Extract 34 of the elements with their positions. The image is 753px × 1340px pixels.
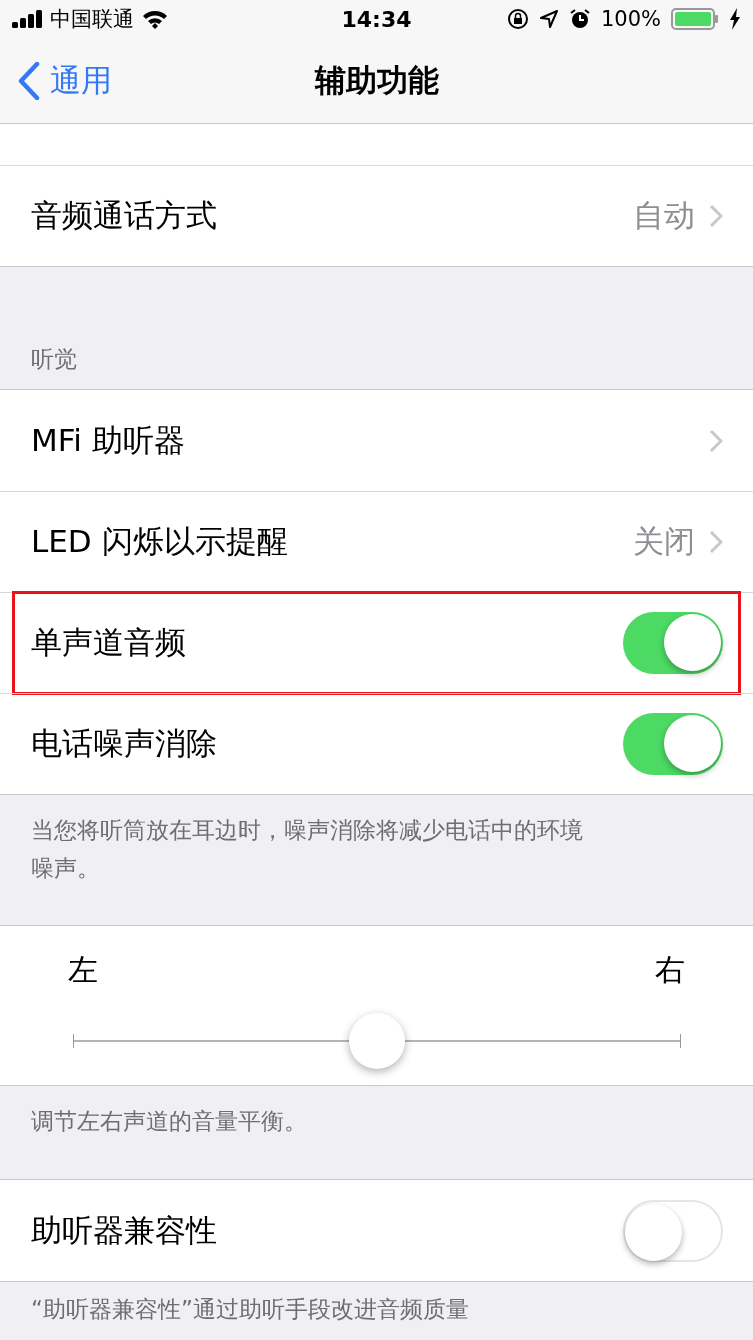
wifi-icon [142,9,168,29]
back-chevron-icon [18,61,40,100]
row-label: 音频通话方式 [31,195,218,235]
clock-time: 14:34 [341,6,412,32]
row-label: LED 闪烁以示提醒 [31,522,289,562]
carrier-name: 中国联通 [50,6,134,34]
nav-title: 辅助功能 [314,60,439,100]
battery-percent: 100% [600,7,661,32]
signal-icon [12,10,42,29]
toggle-switch[interactable] [623,1199,723,1262]
row-label: MFi 助听器 [31,420,186,460]
row-label: 单声道音频 [31,623,187,663]
slider-thumb[interactable] [349,1012,405,1069]
charging-bolt-icon [729,8,741,31]
chevron-icon [709,428,723,453]
row-label: 电话噪声消除 [31,724,218,764]
right-label: 右 [655,950,685,989]
location-arrow-icon [538,9,559,30]
row-value: 关闭 [633,522,695,562]
rotation-lock-icon [506,8,529,31]
row-value: 自动 [633,195,695,235]
left-label: 左 [68,950,98,989]
back-button[interactable]: 通用 [0,59,112,102]
chevron-icon [709,203,723,228]
toggle-switch[interactable] [623,612,723,675]
row-label: 助听器兼容性 [31,1210,218,1250]
section-footer: “助听器兼容性”通过助听手段改进音频质量 [31,1296,469,1323]
chevron-icon [709,530,723,555]
section-footer: 调节左右声道的音量平衡。 [31,1108,307,1135]
toggle-switch[interactable] [623,713,723,776]
alarm-clock-icon [568,8,591,31]
battery-icon [671,8,719,31]
section-header: 听觉 [31,345,77,375]
section-footer: 当您将听筒放在耳边时，噪声消除将减少电话中的环境噪声。 [31,817,583,882]
